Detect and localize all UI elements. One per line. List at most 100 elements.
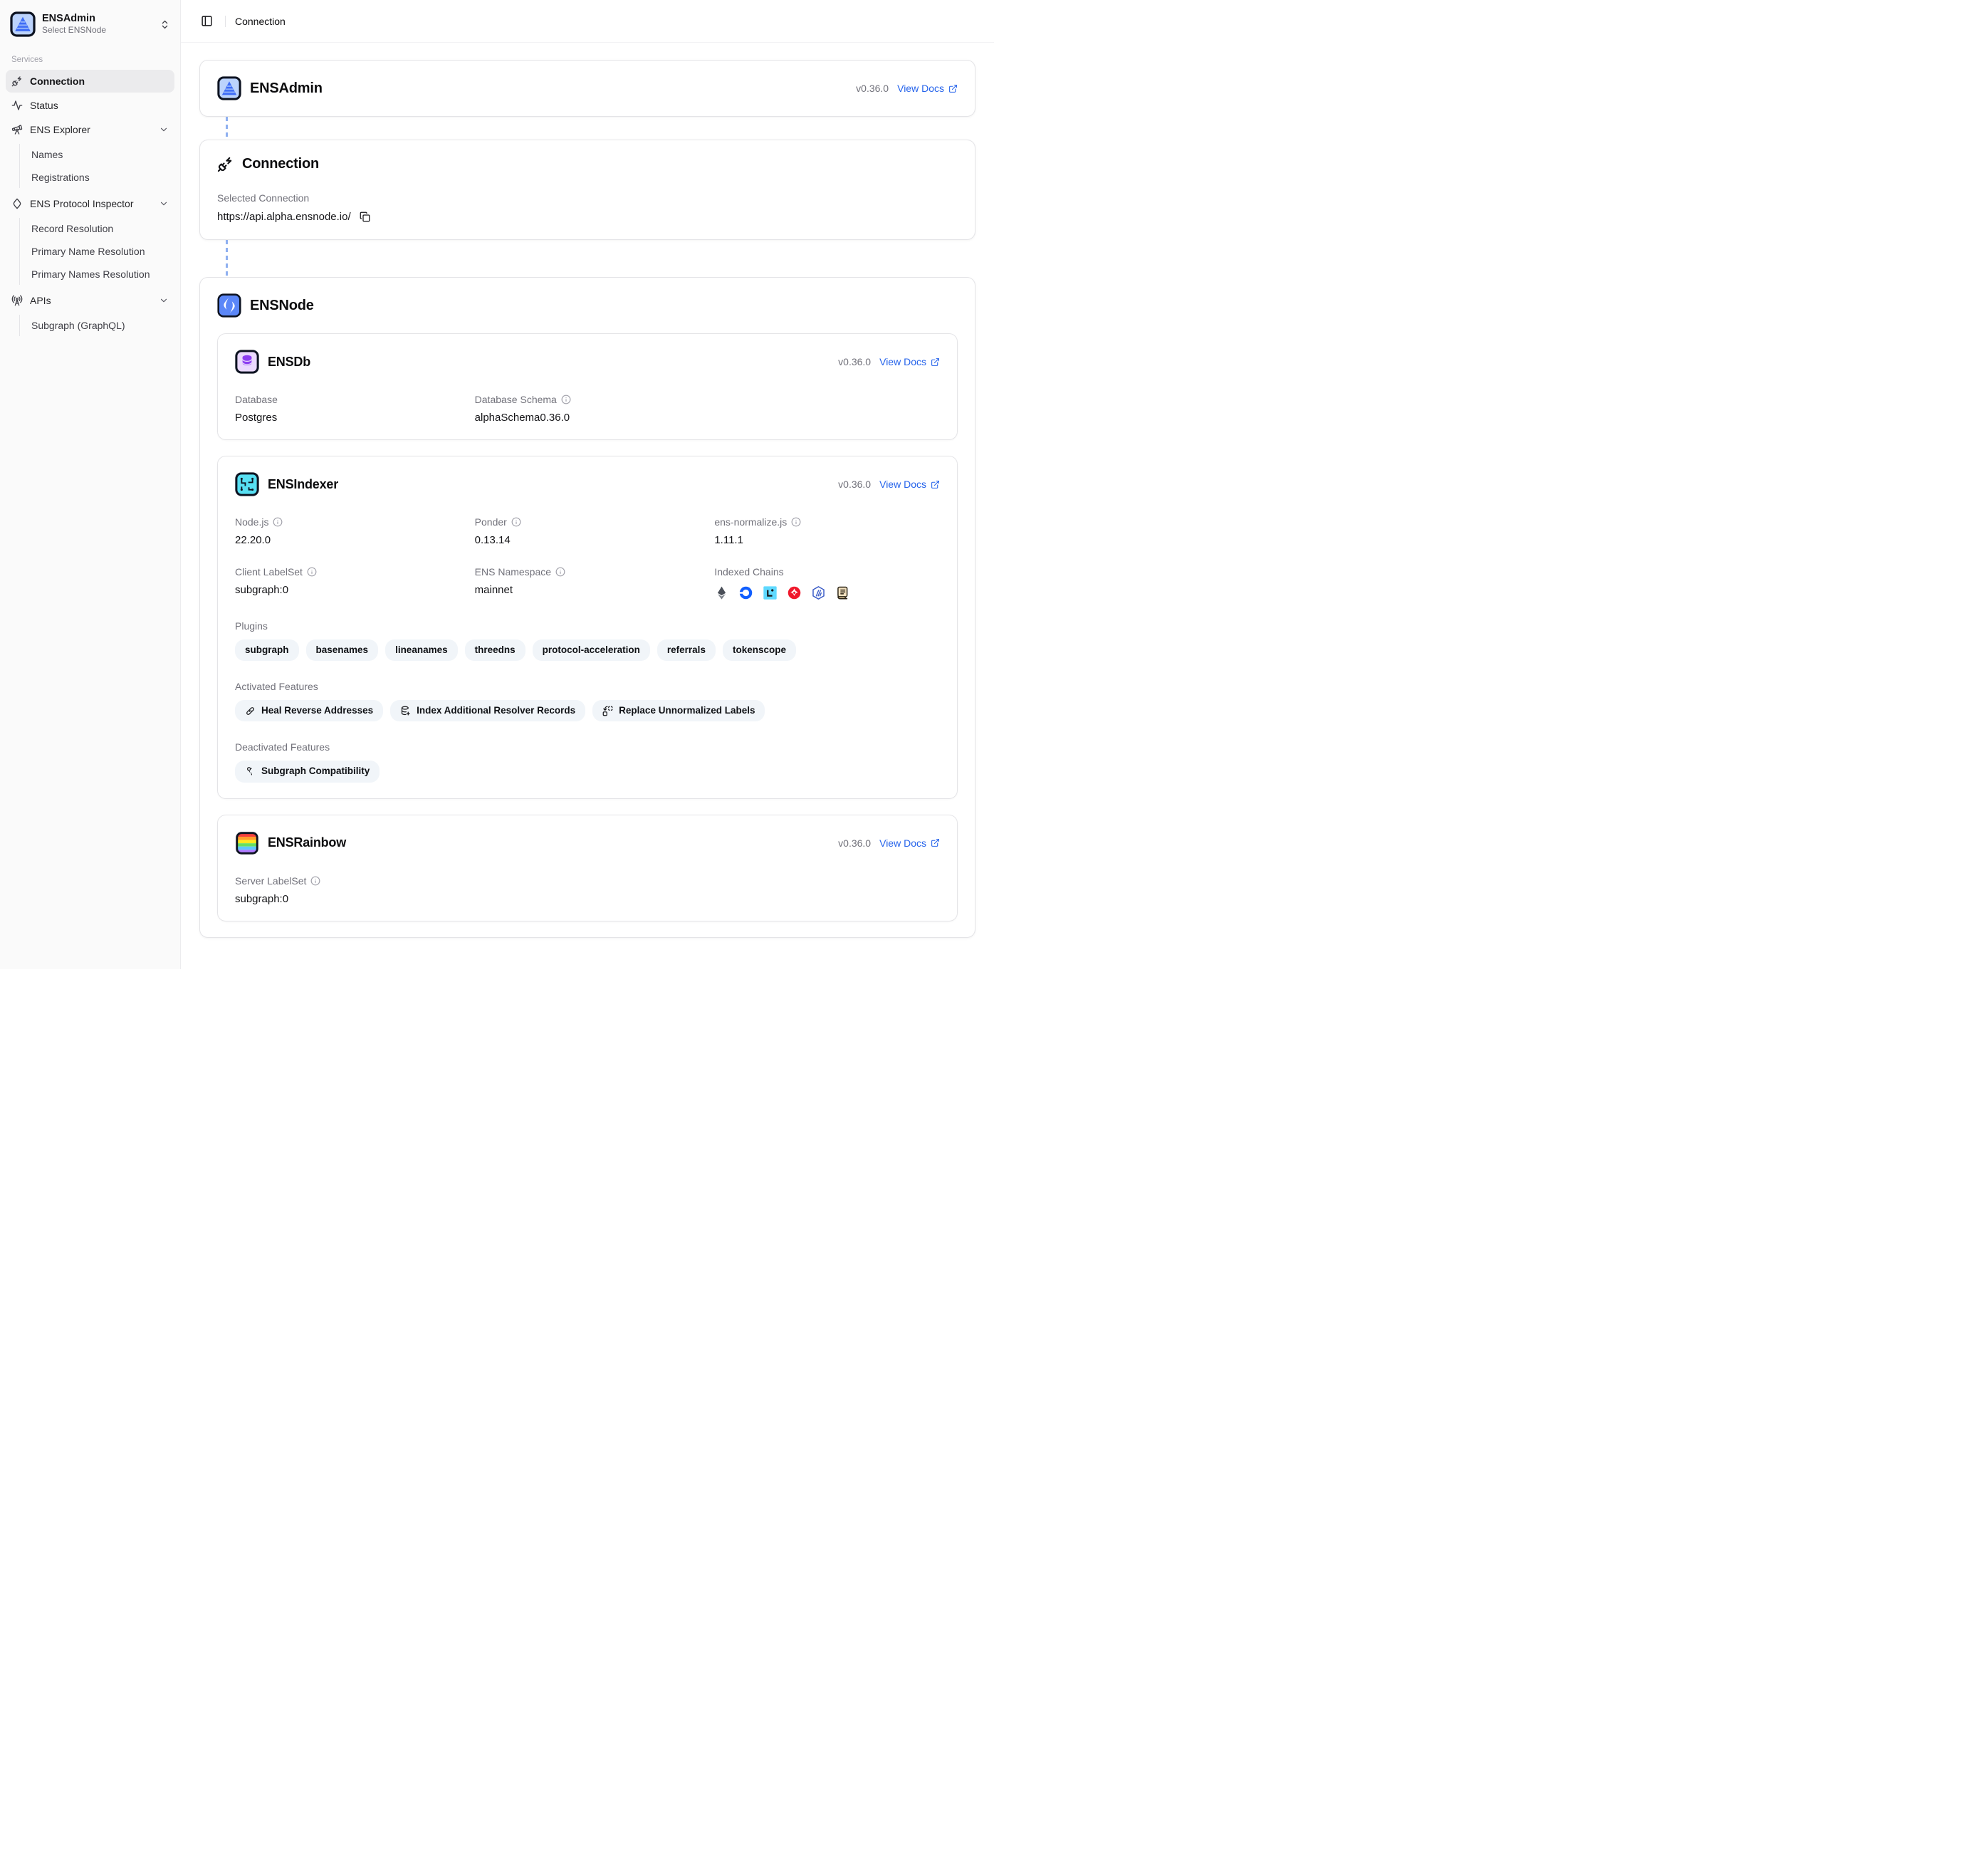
- chain-linea-icon: [763, 585, 778, 600]
- feature-label: Heal Reverse Addresses: [261, 705, 373, 716]
- info-icon[interactable]: [555, 567, 565, 577]
- ensrainbow-card: ENSRainbow v0.36.0 View Docs: [217, 815, 958, 921]
- nodejs-field: Node.js 22.20.0: [235, 516, 461, 546]
- chain-base-icon: [738, 585, 753, 600]
- services-section-label: Services: [6, 41, 174, 70]
- sidebar-item-connection[interactable]: Connection: [6, 70, 174, 93]
- field-value: 22.20.0: [235, 534, 271, 546]
- info-icon[interactable]: [310, 876, 320, 886]
- ensnode-card-title: ENSNode: [250, 298, 314, 314]
- sidebar-item-apis[interactable]: APIs: [6, 289, 174, 312]
- topbar: Connection: [181, 0, 994, 43]
- telescope-icon: [11, 124, 23, 135]
- radio-tower-icon: [11, 295, 23, 306]
- sidebar-item-registrations[interactable]: Registrations: [23, 167, 174, 188]
- sidebar-item-names[interactable]: Names: [23, 144, 174, 165]
- plugin-chip: threedns: [465, 639, 525, 661]
- field-label: Node.js: [235, 516, 268, 528]
- chevron-down-icon: [159, 296, 169, 305]
- sidebar-item-primary-names-resolution[interactable]: Primary Names Resolution: [23, 263, 174, 285]
- ensindexer-card-title: ENSIndexer: [268, 477, 338, 492]
- feature-label: Index Additional Resolver Records: [417, 705, 575, 716]
- sidebar-item-ens-explorer[interactable]: ENS Explorer: [6, 118, 174, 141]
- external-link-icon: [931, 480, 940, 489]
- ensindexer-logo-icon: [235, 472, 259, 496]
- ponder-field: Ponder 0.13.14: [475, 516, 701, 546]
- apis-submenu: Subgraph (GraphQL): [19, 315, 174, 336]
- activity-icon: [11, 100, 23, 111]
- ens-protocol-inspector-submenu: Record Resolution Primary Name Resolutio…: [19, 218, 174, 285]
- waypoints-icon: [245, 766, 256, 777]
- field-value: Postgres: [235, 412, 277, 424]
- copy-icon: [360, 211, 370, 222]
- field-label: Indexed Chains: [714, 566, 783, 578]
- ensadmin-card: ENSAdmin v0.36.0 View Docs: [199, 60, 975, 117]
- deactivated-features-label: Deactivated Features: [235, 741, 940, 753]
- app-subtitle: Select ENSNode: [42, 26, 106, 36]
- version-badge: v0.36.0: [838, 479, 871, 490]
- panel-left-icon: [201, 15, 213, 27]
- plugins-label: Plugins: [235, 620, 940, 632]
- view-docs-label: View Docs: [879, 479, 926, 490]
- plug-zap-icon: [217, 156, 234, 172]
- sidebar-item-status[interactable]: Status: [6, 94, 174, 117]
- client-labelset-field: Client LabelSet subgraph:0: [235, 566, 461, 600]
- external-link-icon: [931, 357, 940, 367]
- ensindexer-card: ENSIndexer v0.36.0 View Docs: [217, 456, 958, 799]
- sidebar-toggle-button[interactable]: [198, 12, 216, 30]
- ensdb-card: ENSDb v0.36.0 View Docs: [217, 333, 958, 440]
- plugin-chip: basenames: [306, 639, 379, 661]
- view-docs-link[interactable]: View Docs: [879, 837, 940, 849]
- field-label: Database Schema: [475, 394, 557, 405]
- sidebar-nav: Connection Status ENS Explorer Names: [6, 70, 174, 339]
- plugin-chip: subgraph: [235, 639, 299, 661]
- ensnode-card: ENSNode ENSDb v0.36.0 View Docs: [199, 277, 975, 938]
- ensnode-selector[interactable]: ENSAdmin Select ENSNode: [6, 7, 174, 41]
- chain-ethereum-icon: [714, 585, 729, 600]
- breadcrumb: Connection: [235, 16, 286, 27]
- sidebar-item-label: APIs: [30, 295, 51, 306]
- copy-url-button[interactable]: [358, 210, 372, 224]
- info-icon[interactable]: [307, 567, 317, 577]
- connection-url: https://api.alpha.ensnode.io/: [217, 211, 351, 223]
- sidebar-item-label: ENS Explorer: [30, 124, 90, 135]
- database-field: Database Postgres: [235, 394, 461, 424]
- info-icon[interactable]: [791, 517, 801, 527]
- chevrons-up-down-icon: [159, 19, 170, 30]
- sidebar-item-primary-name-resolution[interactable]: Primary Name Resolution: [23, 241, 174, 262]
- sidebar-item-ens-protocol-inspector[interactable]: ENS Protocol Inspector: [6, 192, 174, 215]
- sidebar-item-record-resolution[interactable]: Record Resolution: [23, 218, 174, 239]
- external-link-icon: [948, 84, 958, 93]
- view-docs-link[interactable]: View Docs: [879, 479, 940, 490]
- view-docs-label: View Docs: [897, 83, 944, 94]
- field-label: Database: [235, 394, 278, 405]
- view-docs-link[interactable]: View Docs: [879, 356, 940, 367]
- info-icon[interactable]: [511, 517, 521, 527]
- connection-card: Connection Selected Connection https://a…: [199, 140, 975, 240]
- ensnode-logo-icon: [217, 293, 241, 318]
- info-icon[interactable]: [561, 395, 571, 404]
- ensdb-card-title: ENSDb: [268, 355, 310, 370]
- activated-features-section: Activated Features Heal Reverse Addresse…: [235, 681, 940, 721]
- connector-line: [226, 117, 228, 140]
- ensrainbow-logo-icon: [235, 831, 259, 855]
- chevron-down-icon: [159, 199, 169, 209]
- feature-chip: Index Additional Resolver Records: [390, 700, 585, 721]
- ens-explorer-submenu: Names Registrations: [19, 144, 174, 188]
- ensadmin-logo-icon: [217, 76, 241, 100]
- external-link-icon: [931, 838, 940, 847]
- ensadmin-card-title: ENSAdmin: [250, 80, 323, 97]
- database-schema-field: Database Schema alphaSchema0.36.0: [475, 394, 701, 424]
- plugin-chip: referrals: [657, 639, 716, 661]
- ensadmin-logo-icon: [10, 11, 36, 37]
- view-docs-link[interactable]: View Docs: [897, 83, 958, 94]
- sidebar-item-subgraph-graphql[interactable]: Subgraph (GraphQL): [23, 315, 174, 336]
- ensrainbow-card-title: ENSRainbow: [268, 835, 346, 850]
- field-value: alphaSchema0.36.0: [475, 412, 570, 424]
- plug-zap-icon: [11, 75, 23, 87]
- info-icon[interactable]: [273, 517, 283, 527]
- content: ENSAdmin v0.36.0 View Docs: [181, 43, 994, 969]
- deactivated-features-section: Deactivated Features Subgraph Compatibil…: [235, 741, 940, 782]
- server-labelset-field: Server LabelSet subgraph:0: [235, 875, 461, 905]
- bandage-icon: [245, 706, 256, 716]
